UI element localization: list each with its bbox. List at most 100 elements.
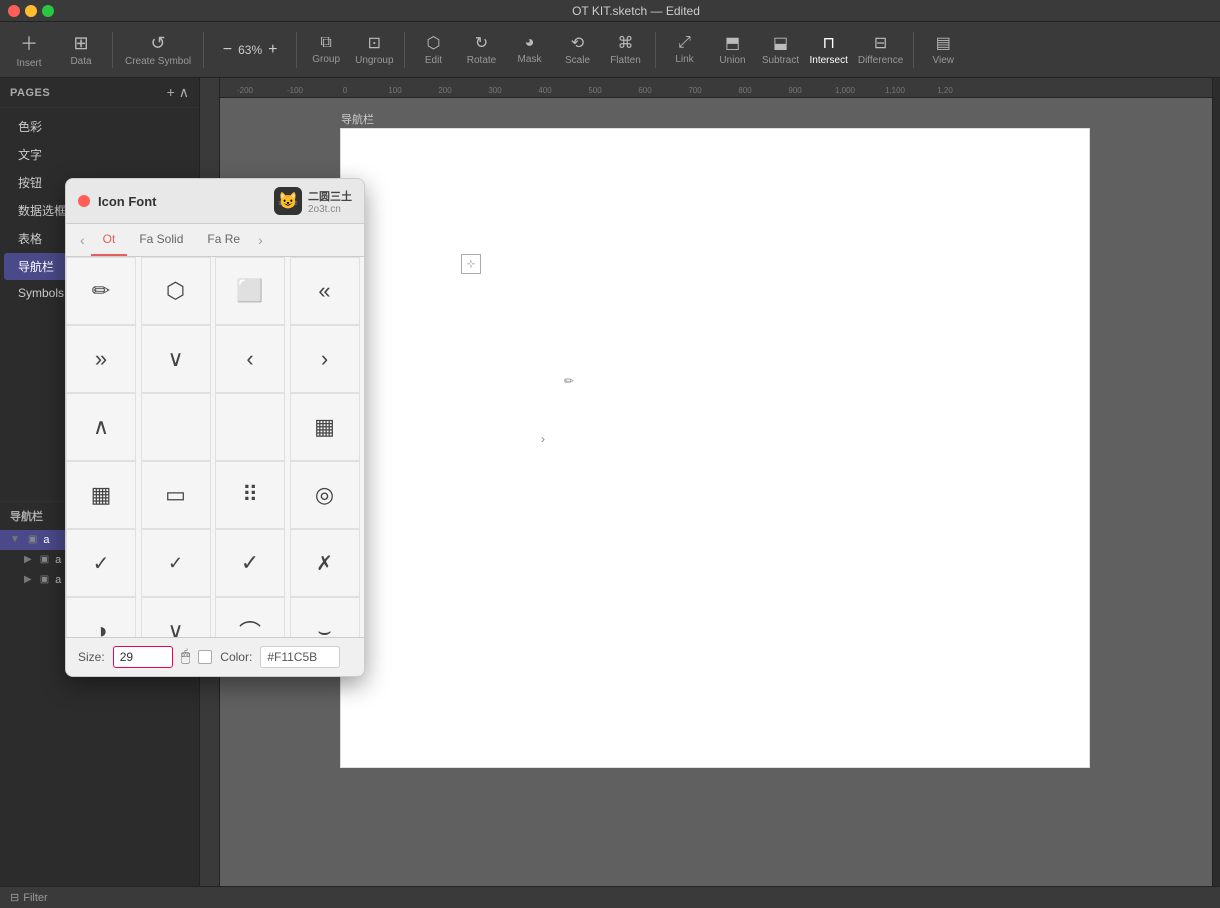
popup-close-dot[interactable] xyxy=(78,195,90,207)
ungroup-button[interactable]: ⊡ Ungroup xyxy=(351,24,397,76)
expand-icon-child1: ▶ xyxy=(24,554,32,565)
scale-button[interactable]: ⟲ Scale xyxy=(555,24,601,76)
icon-cell-arc[interactable]: ⌒ xyxy=(215,597,285,637)
icon-cell-double-right[interactable]: » xyxy=(66,325,136,393)
data-icon: ⊞ xyxy=(73,33,88,54)
ruler-mark: 1,100 xyxy=(870,86,920,95)
icon-cell-check-filled[interactable]: ✓ xyxy=(66,529,136,597)
tab-ot[interactable]: Ot xyxy=(91,224,128,256)
icon-cell-arc-up[interactable]: ⌣ xyxy=(290,597,360,637)
ruler-mark: 500 xyxy=(570,86,620,95)
color-checkbox[interactable] xyxy=(198,650,212,664)
canvas-edit-icon: ✏ xyxy=(564,374,574,388)
icon-cell-double-left[interactable]: « xyxy=(290,257,360,325)
icon-cell-arrow-down[interactable]: ∨ xyxy=(141,597,211,637)
artboard: 导航栏 ⊹ ✏ › xyxy=(340,128,1090,768)
icon-cell-chevron-left[interactable]: ‹ xyxy=(215,325,285,393)
icon-cell-apple-outline[interactable] xyxy=(215,393,285,461)
filter-section[interactable]: ⊟ Filter xyxy=(10,891,172,904)
link-button[interactable]: ⤢ Link xyxy=(662,24,708,76)
subtract-button[interactable]: ⬓ Subtract xyxy=(758,24,804,76)
intersect-button[interactable]: ⊓ Intersect xyxy=(806,24,852,76)
popup-footer: Size: 🖱 Color: xyxy=(66,637,364,676)
scale-label: Scale xyxy=(565,55,590,66)
ruler-top: -200 -100 0 100 200 300 400 500 600 700 … xyxy=(220,78,1212,98)
window-controls[interactable] xyxy=(8,5,54,17)
icon-cell-grid[interactable]: ⠿ xyxy=(215,461,285,529)
data-button[interactable]: ⊞ Data xyxy=(56,24,106,76)
layer-folder-icon: ▣ xyxy=(28,534,37,545)
icon-cell-dots-circle[interactable]: ◎ xyxy=(290,461,360,529)
icon-cell-edit[interactable]: ✏ xyxy=(66,257,136,325)
difference-button[interactable]: ⊟ Difference xyxy=(854,24,907,76)
tab-fa-regular[interactable]: Fa Re xyxy=(195,224,252,256)
ruler-mark: -100 xyxy=(270,86,320,95)
bottom-bar: ⊟ Filter xyxy=(0,886,1220,908)
zoom-control[interactable]: − 63% + xyxy=(210,41,290,59)
artboard-label: 导航栏 xyxy=(341,111,374,127)
icon-cell-chevron-right[interactable]: › xyxy=(290,325,360,393)
flatten-button[interactable]: ⌘ Flatten xyxy=(603,24,649,76)
popup-brand-icon: 😺 xyxy=(274,187,302,215)
canvas-chevron-icon: › xyxy=(541,432,545,446)
icon-cell-chevron-up[interactable]: ∧ xyxy=(66,393,136,461)
popup-tabs: ‹ Ot Fa Solid Fa Re › xyxy=(66,224,364,257)
minimize-button[interactable] xyxy=(25,5,37,17)
tab-next-button[interactable]: › xyxy=(252,228,269,252)
union-label: Union xyxy=(719,55,745,66)
layer-label-child1: a xyxy=(55,554,61,566)
color-input[interactable] xyxy=(260,646,340,668)
icon-cell-chart[interactable]: ▦ xyxy=(290,393,360,461)
mask-icon: ◕ xyxy=(525,34,535,52)
subtract-label: Subtract xyxy=(762,55,799,66)
zoom-value: 63% xyxy=(238,43,262,57)
union-button[interactable]: ⬒ Union xyxy=(710,24,756,76)
canvas-content[interactable]: 导航栏 ⊹ ✏ › xyxy=(220,98,1212,886)
mask-button[interactable]: ◕ Mask xyxy=(507,24,553,76)
divider-1 xyxy=(112,32,113,68)
edit-button[interactable]: ⬡ Edit xyxy=(411,24,457,76)
pages-header-label: PAGES xyxy=(10,87,50,99)
insert-button[interactable]: ＋ Insert xyxy=(4,24,54,76)
icon-cell-half-circle[interactable]: ◑ xyxy=(66,597,136,637)
layers-header-label: 导航栏 xyxy=(10,508,43,524)
icon-cell-check[interactable]: ✓ xyxy=(215,529,285,597)
size-input[interactable] xyxy=(113,646,173,668)
rotate-button[interactable]: ↻ Rotate xyxy=(459,24,505,76)
divider-5 xyxy=(655,32,656,68)
zoom-plus-button[interactable]: + xyxy=(266,41,279,59)
icon-cell-calendar-outline[interactable]: ▭ xyxy=(141,461,211,529)
icon-cell-android[interactable]: ⬡ xyxy=(141,257,211,325)
filter-input[interactable] xyxy=(52,892,172,904)
icon-cell-calendar-filled[interactable]: ▦ xyxy=(66,461,136,529)
icon-cell-check-circle[interactable]: ✓ xyxy=(141,529,211,597)
add-page-button[interactable]: + xyxy=(167,84,175,101)
ruler-mark: 600 xyxy=(620,86,670,95)
zoom-minus-button[interactable]: − xyxy=(221,41,234,59)
tab-fa-solid[interactable]: Fa Solid xyxy=(127,224,195,256)
cursor-icon[interactable]: 🖱 xyxy=(181,648,191,666)
icon-cell-x-circle[interactable]: ✗ xyxy=(290,529,360,597)
edit-label: Edit xyxy=(425,55,442,66)
close-button[interactable] xyxy=(8,5,20,17)
layer-icon-child2: ▣ xyxy=(40,574,49,585)
create-symbol-button[interactable]: ↺ Create Symbol xyxy=(119,24,197,76)
selection-crosshair: ⊹ xyxy=(467,259,475,270)
difference-icon: ⊟ xyxy=(874,33,887,53)
icon-cell-apple-filled[interactable] xyxy=(141,393,211,461)
color-label: Color: xyxy=(220,650,252,664)
icon-cell-chevron-down[interactable]: ∨ xyxy=(141,325,211,393)
toolbar: ＋ Insert ⊞ Data ↺ Create Symbol − 63% + … xyxy=(0,22,1220,78)
page-item-typography[interactable]: 文字 xyxy=(4,141,195,168)
page-item-color[interactable]: 色彩 xyxy=(4,113,195,140)
create-symbol-label: Create Symbol xyxy=(125,56,191,67)
expand-icon-child2: ▶ xyxy=(24,574,32,585)
view-button[interactable]: ▤ View xyxy=(920,24,966,76)
maximize-button[interactable] xyxy=(42,5,54,17)
collapse-pages-button[interactable]: ∧ xyxy=(179,84,189,101)
group-button[interactable]: ⧉ Group xyxy=(303,24,349,76)
pages-header-actions[interactable]: + ∧ xyxy=(167,84,189,101)
window-title: OT KIT.sketch — Edited xyxy=(60,4,1212,18)
tab-prev-button[interactable]: ‹ xyxy=(74,228,91,252)
icon-cell-square[interactable]: ⬜ xyxy=(215,257,285,325)
